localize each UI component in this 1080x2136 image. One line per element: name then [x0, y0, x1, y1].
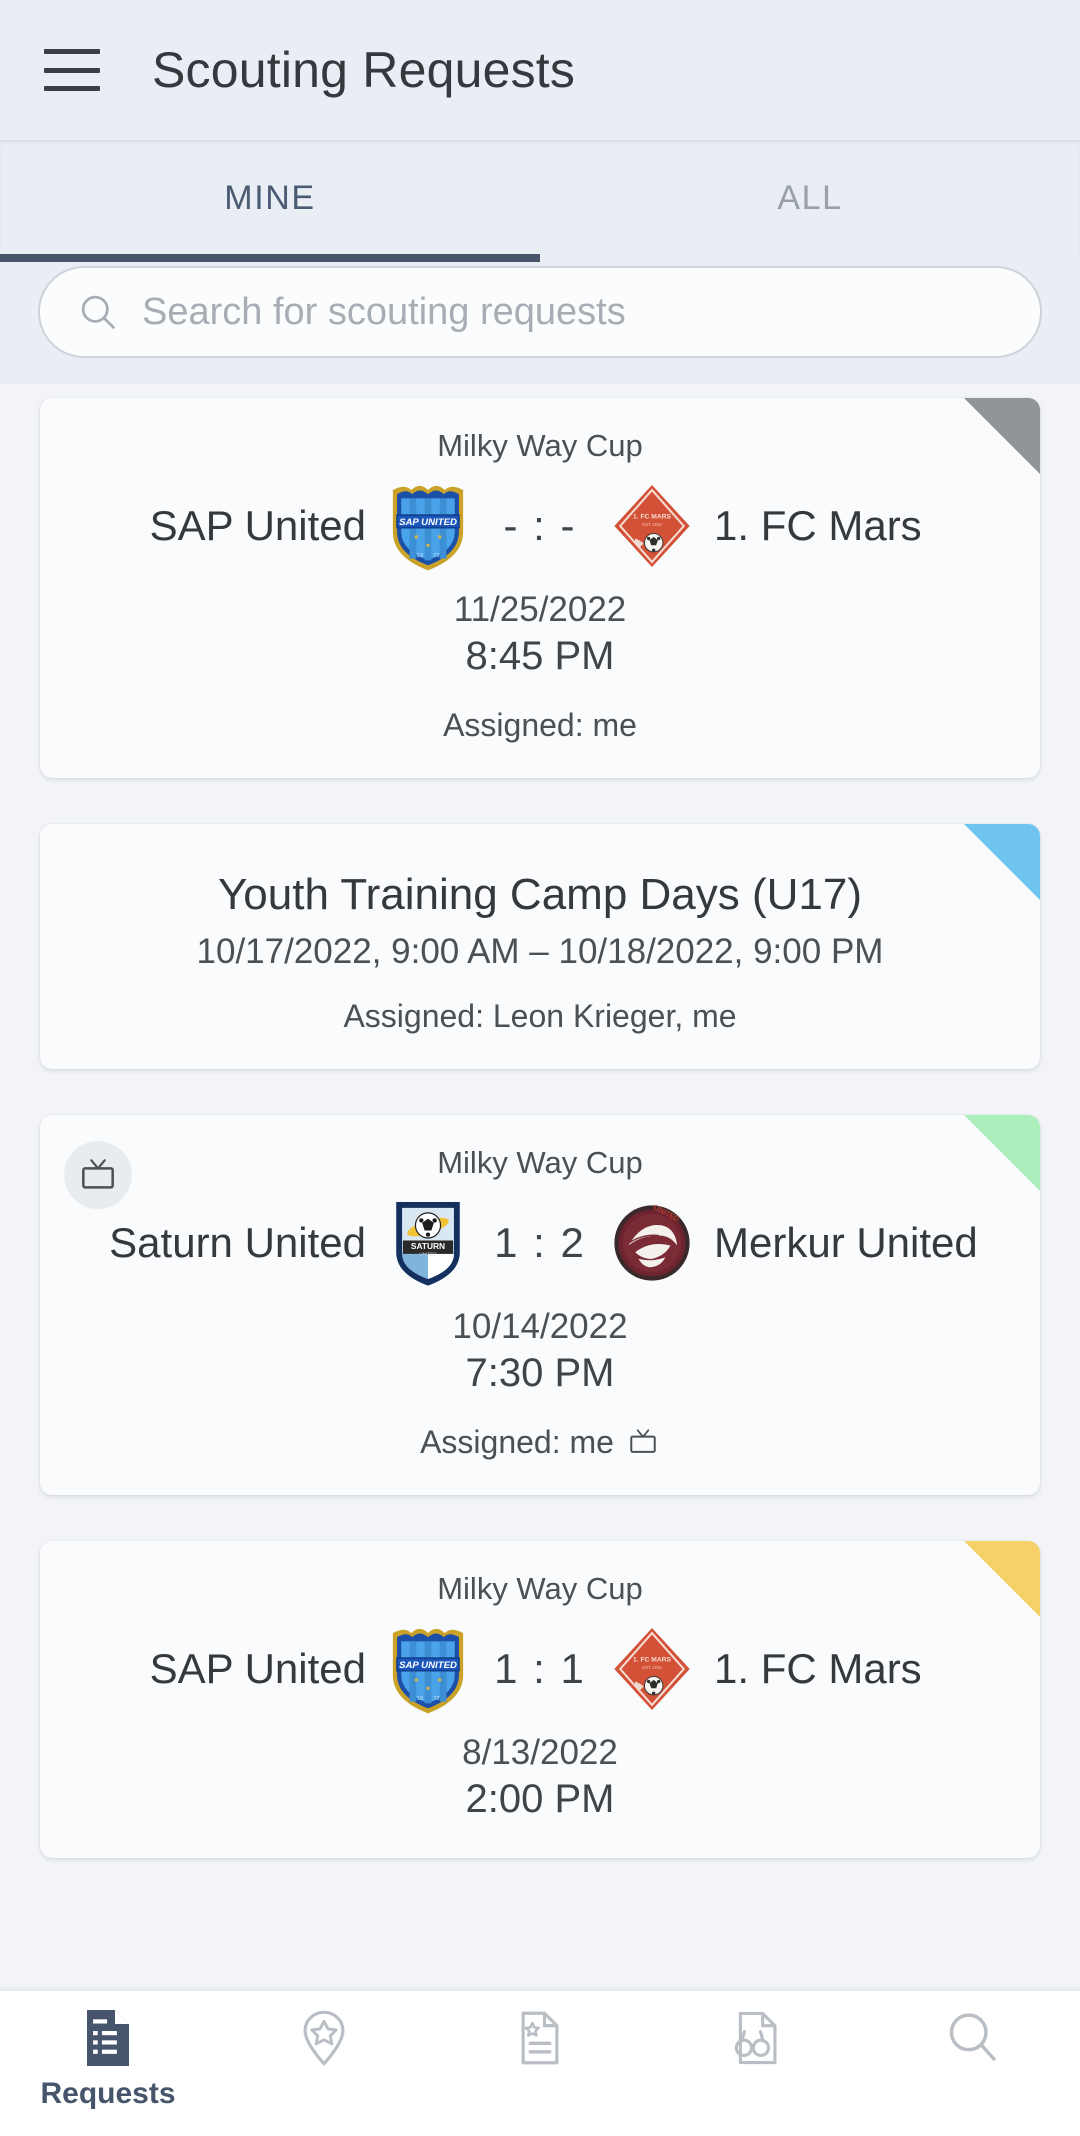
- status-corner-badge: [964, 823, 1040, 900]
- request-card[interactable]: Milky Way Cup Saturn United SATURN UNITE…: [40, 1114, 1040, 1495]
- assigned-row: Assigned: Leon Krieger, me: [66, 998, 1014, 1035]
- fc-mars-crest: 1. FC MARS EST. 1916: [614, 1627, 690, 1710]
- tab-mine-label: MINE: [224, 178, 316, 217]
- search-input[interactable]: Search for scouting requests: [38, 266, 1042, 358]
- svg-text:19: 19: [416, 553, 423, 559]
- svg-text:SAP UNITED: SAP UNITED: [399, 517, 457, 528]
- svg-text:UNITED: UNITED: [419, 1251, 437, 1256]
- away-team-name: 1. FC Mars: [714, 501, 922, 549]
- search-icon: [81, 295, 115, 329]
- tv-icon: [82, 1159, 114, 1189]
- hamburger-menu-icon[interactable]: [44, 49, 100, 91]
- nav-item-requests-label: Requests: [40, 2077, 176, 2110]
- assigned-row: Assigned: me: [66, 1424, 1014, 1461]
- status-corner-badge: [964, 398, 1040, 474]
- match-time: 7:30 PM: [465, 1350, 615, 1395]
- page-title: Scouting Requests: [152, 42, 576, 98]
- svg-text:SAP UNITED: SAP UNITED: [399, 1660, 457, 1671]
- search-area: Search for scouting requests: [0, 262, 1080, 384]
- document-binoculars-icon: [734, 2011, 777, 2065]
- competition-label: Milky Way Cup: [437, 428, 643, 463]
- away-team-name: Merkur United: [714, 1218, 978, 1266]
- event-title: Youth Training Camp Days (U17): [217, 869, 862, 919]
- tv-icon: [630, 1429, 656, 1454]
- document-star-icon: [521, 2011, 559, 2065]
- svg-text:EST. 1916: EST. 1916: [642, 522, 662, 527]
- tab-all[interactable]: ALL: [540, 140, 1080, 262]
- svg-text:72: 72: [433, 1696, 440, 1702]
- competition-label: Milky Way Cup: [437, 1570, 643, 1606]
- assigned-row: Assigned: me: [66, 707, 1014, 744]
- saturn-united-crest: SATURN UNITED: [396, 1201, 460, 1286]
- requests-document-icon: [87, 2010, 129, 2066]
- match-score: - : -: [503, 502, 577, 549]
- home-team-name: SAP United: [149, 1644, 366, 1692]
- match-date: 10/14/2022: [452, 1306, 628, 1346]
- status-corner-badge: [964, 1114, 1040, 1191]
- status-corner-badge: [964, 1540, 1040, 1617]
- match-score: 1 : 2: [494, 1218, 586, 1266]
- request-card[interactable]: Youth Training Camp Days (U17) 10/17/202…: [40, 823, 1040, 1069]
- nav-item-reports[interactable]: [432, 2007, 648, 2077]
- fc-mars-crest: 1. FC MARS EST. 1916: [614, 485, 690, 567]
- tab-all-label: ALL: [777, 178, 843, 217]
- search-magnifier-icon: [949, 2013, 996, 2061]
- request-card[interactable]: Milky Way Cup SAP United SAP UNITED 19 7…: [40, 1540, 1040, 1858]
- map-pin-star-icon: [303, 2010, 345, 2066]
- match-score: 1 : 1: [494, 1644, 586, 1692]
- nav-item-requests[interactable]: Requests: [0, 2007, 216, 2111]
- match-time: 8:45 PM: [465, 634, 615, 679]
- svg-text:19: 19: [416, 1696, 423, 1702]
- match-row: Saturn United SATURN UNITED 1 : 2 UNITED…: [66, 1197, 1014, 1289]
- tab-bar: MINE ALL: [0, 140, 1080, 262]
- home-team-name: SAP United: [149, 501, 366, 549]
- match-row: SAP United SAP UNITED 19 72: [66, 480, 1014, 572]
- request-card[interactable]: Milky Way Cup SAP United SAP UNITED 19 7…: [40, 398, 1040, 778]
- competition-label: Milky Way Cup: [437, 1144, 643, 1180]
- svg-text:EST. 1916: EST. 1916: [642, 1665, 662, 1670]
- assigned-label: Assigned: me: [443, 706, 637, 743]
- away-team-name: 1. FC Mars: [714, 1644, 922, 1692]
- svg-text:1. FC MARS: 1. FC MARS: [633, 1656, 671, 1663]
- match-time: 2:00 PM: [465, 1776, 615, 1821]
- nav-item-search[interactable]: [864, 2007, 1080, 2077]
- nav-item-locations[interactable]: [216, 2007, 432, 2077]
- match-datetime: 8/13/2022 2:00 PM: [66, 1731, 1014, 1824]
- tab-active-indicator: [0, 254, 540, 262]
- event-date-range: 10/17/2022, 9:00 AM – 10/18/2022, 9:00 P…: [196, 931, 884, 971]
- svg-text:72: 72: [433, 553, 440, 559]
- assigned-label: Assigned: Leon Krieger, me: [343, 997, 737, 1034]
- svg-text:SATURN: SATURN: [411, 1241, 445, 1251]
- svg-text:1. FC MARS: 1. FC MARS: [633, 513, 671, 520]
- sap-united-crest: SAP UNITED 19 72: [392, 485, 464, 571]
- tv-badge[interactable]: [64, 1140, 132, 1209]
- bottom-navigation: Requests: [0, 1990, 1080, 2136]
- sap-united-crest: SAP UNITED 19 72: [392, 1628, 464, 1714]
- tab-mine[interactable]: MINE: [0, 140, 540, 262]
- request-list[interactable]: Milky Way Cup SAP United SAP UNITED 19 7…: [0, 384, 1080, 1990]
- match-datetime: 10/14/2022 7:30 PM: [66, 1305, 1014, 1398]
- match-date: 8/13/2022: [462, 1732, 618, 1772]
- match-date: 11/25/2022: [453, 590, 627, 629]
- merkur-united-crest: UNITED: [614, 1203, 690, 1281]
- app-root: Scouting Requests MINE ALL Search for sc…: [0, 0, 1080, 2136]
- app-header: Scouting Requests: [0, 0, 1080, 140]
- search-placeholder: Search for scouting requests: [142, 290, 626, 333]
- match-row: SAP United SAP UNITED 19 72: [66, 1623, 1014, 1715]
- nav-item-scouting[interactable]: [648, 2007, 864, 2077]
- match-datetime: 11/25/2022 8:45 PM: [66, 588, 1014, 681]
- home-team-name: Saturn United: [109, 1218, 366, 1266]
- assigned-label: Assigned: me: [420, 1423, 614, 1460]
